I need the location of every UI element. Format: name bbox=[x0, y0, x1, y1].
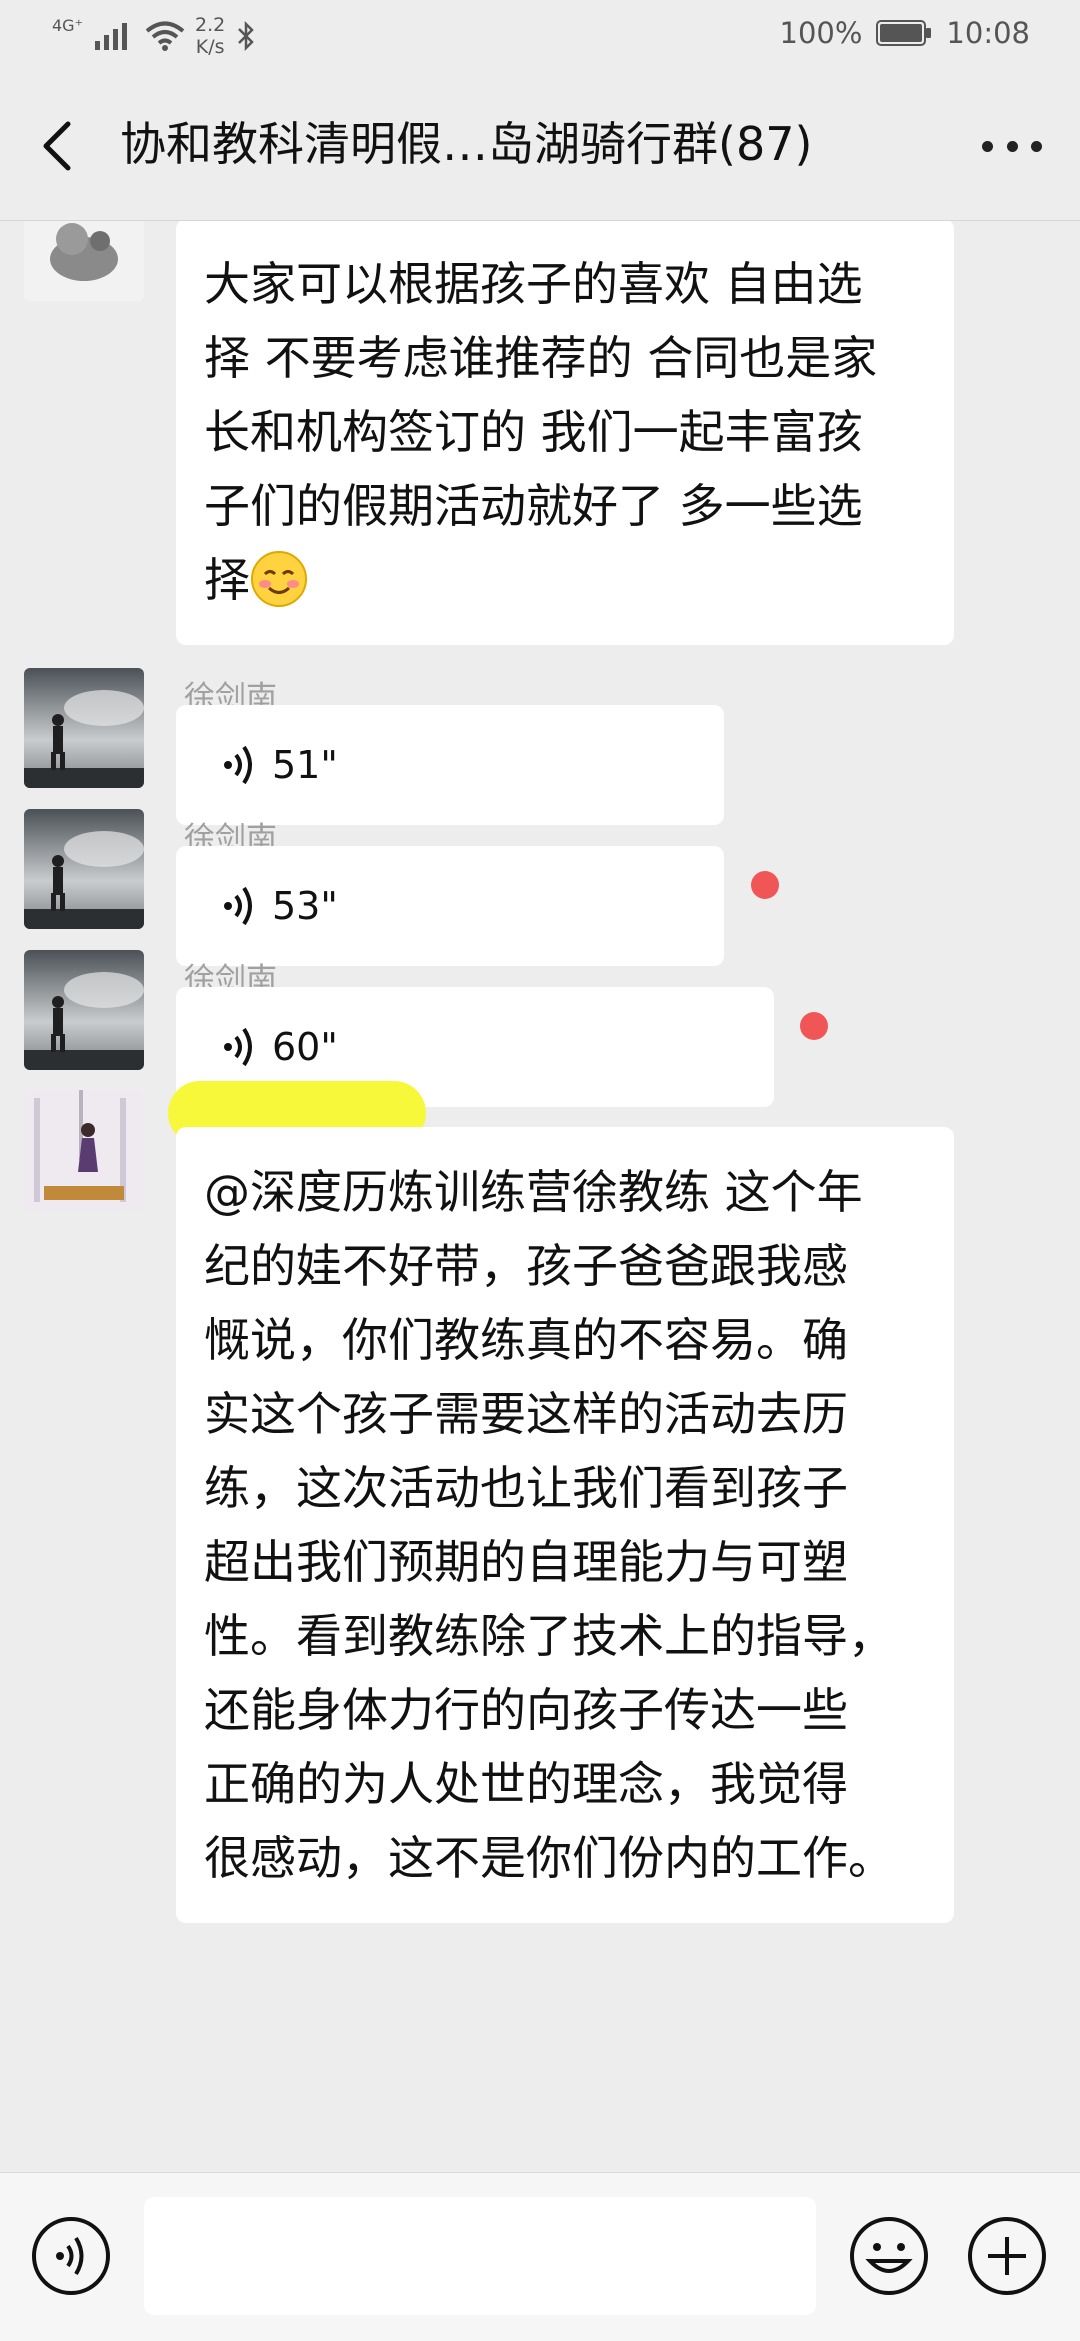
unread-dot-icon bbox=[751, 871, 779, 899]
more-options-icon[interactable] bbox=[982, 136, 1042, 156]
message-line: 还能身体力行的向孩子传达一些 bbox=[204, 1683, 848, 1737]
network-type: 4G⁺ bbox=[52, 16, 84, 35]
message-line-text: 择 bbox=[204, 553, 250, 607]
message-line: 实这个孩子需要这样的活动去历 bbox=[204, 1387, 848, 1441]
wifi-icon bbox=[145, 21, 185, 51]
back-arrow-icon[interactable] bbox=[36, 118, 80, 174]
voice-message-bubble[interactable]: 53" bbox=[176, 846, 724, 966]
message-input[interactable] bbox=[144, 2197, 816, 2315]
avatar-dancer[interactable] bbox=[24, 1090, 144, 1210]
message-line: 很感动，这不是你们份内的工作。 bbox=[204, 1831, 894, 1885]
message-list[interactable]: 大家可以根据孩子的喜欢 自由选 择 不要考虑谁推荐的 合同也是家 长和机构签订的… bbox=[0, 221, 1080, 2171]
voice-duration: 53" bbox=[272, 884, 338, 928]
message-line: 纪的娃不好带，孩子爸爸跟我感 bbox=[204, 1239, 848, 1293]
message-line: @深度历炼训练营徐教练 这个年 bbox=[204, 1165, 863, 1219]
message-line: 练，这次活动也让我们看到孩子 bbox=[204, 1461, 848, 1515]
clock: 10:08 bbox=[946, 16, 1030, 50]
message-line: 择 bbox=[204, 543, 926, 617]
plus-icon[interactable] bbox=[966, 2215, 1048, 2297]
message-line: 择 不要考虑谁推荐的 合同也是家 bbox=[204, 331, 878, 385]
message-line: 性。看到教练除了技术上的指导， bbox=[204, 1609, 894, 1663]
avatar-sender[interactable] bbox=[24, 668, 144, 788]
message-bubble-5[interactable]: @深度历炼训练营徐教练 这个年 纪的娃不好带，孩子爸爸跟我感 慨说，你们教练真的… bbox=[176, 1127, 954, 1923]
voice-wave-icon bbox=[224, 886, 252, 926]
voice-duration: 60" bbox=[272, 1025, 338, 1069]
voice-wave-icon bbox=[224, 745, 252, 785]
voice-message-bubble[interactable]: 51" bbox=[176, 705, 724, 825]
speed-unit: K/s bbox=[195, 36, 225, 58]
chat-header: 协和教科清明假…岛湖骑行群(87) bbox=[0, 72, 1080, 221]
message-line: 长和机构签订的 我们一起丰富孩 bbox=[204, 405, 863, 459]
message-bubble-1[interactable]: 大家可以根据孩子的喜欢 自由选 择 不要考虑谁推荐的 合同也是家 长和机构签订的… bbox=[176, 221, 954, 645]
voice-duration: 51" bbox=[272, 743, 338, 787]
avatar-sender[interactable] bbox=[24, 809, 144, 929]
speed-value: 2.2 bbox=[195, 14, 226, 36]
chat-title: 协和教科清明假…岛湖骑行群(87) bbox=[120, 117, 813, 171]
message-line: 慨说，你们教练真的不容易。确 bbox=[204, 1313, 848, 1367]
message-line: 正确的为人处世的理念，我觉得 bbox=[204, 1757, 848, 1811]
input-bar bbox=[0, 2172, 1080, 2341]
smiling-face-emoji-icon bbox=[251, 551, 307, 607]
message-line: 子们的假期活动就好了 多一些选 bbox=[204, 479, 863, 533]
voice-wave-icon bbox=[224, 1027, 252, 1067]
network-speed: 2.2 K/s bbox=[195, 14, 225, 58]
avatar-cat[interactable] bbox=[24, 221, 144, 301]
emoji-icon[interactable] bbox=[848, 2215, 930, 2297]
message-line: 超出我们预期的自理能力与可塑 bbox=[204, 1535, 848, 1589]
bluetooth-icon bbox=[238, 20, 255, 52]
battery-icon bbox=[876, 20, 932, 46]
battery-percent: 100% bbox=[779, 16, 863, 50]
signal-icon bbox=[95, 23, 128, 50]
unread-dot-icon bbox=[800, 1012, 828, 1040]
avatar-sender[interactable] bbox=[24, 950, 144, 1070]
voice-input-icon[interactable] bbox=[30, 2215, 112, 2297]
message-line: 大家可以根据孩子的喜欢 自由选 bbox=[204, 257, 863, 311]
status-bar: 4G⁺ 2.2 K/s 100% 10:08 bbox=[0, 0, 1080, 72]
